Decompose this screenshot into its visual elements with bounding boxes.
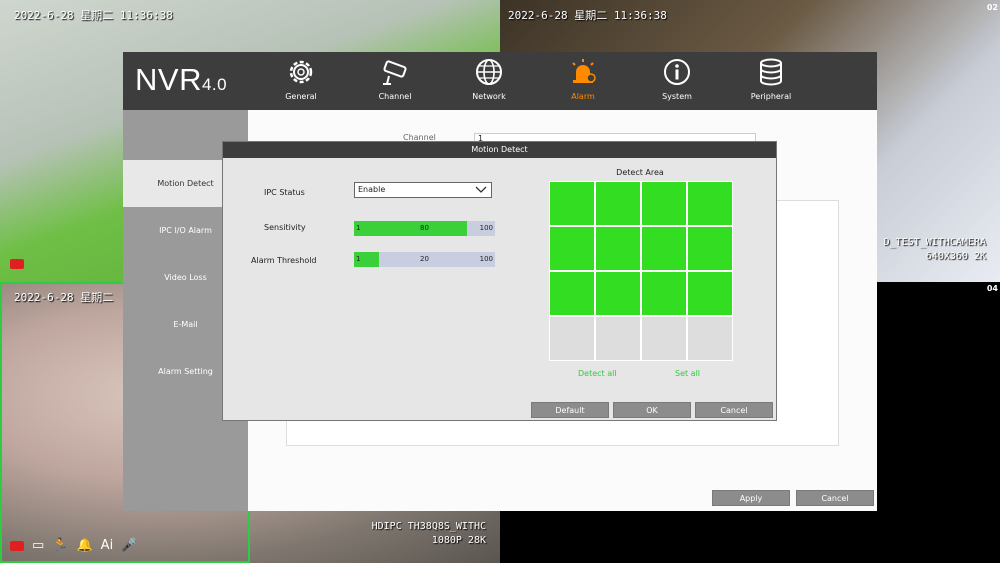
database-icon xyxy=(760,58,782,86)
feed-timestamp: 2022-6-28 星期二 11:36:38 xyxy=(14,9,173,22)
nav-label: System xyxy=(662,92,692,101)
ipc-status-select[interactable]: Enable xyxy=(354,182,492,198)
detect-cell[interactable] xyxy=(642,317,686,360)
motion-detect-dialog: Motion Detect IPC Status Enable Sensitiv… xyxy=(222,141,777,421)
nvr-logo: NVR4.0 xyxy=(135,62,227,98)
logo-main: NVR xyxy=(135,62,202,97)
ipc-status-label: IPC Status xyxy=(264,188,305,197)
slider-value: 80 xyxy=(420,224,429,232)
record-icon xyxy=(10,540,24,551)
nav-label: General xyxy=(285,92,317,101)
nav-peripheral[interactable]: Peripheral xyxy=(736,56,806,108)
bell-icon: 🔔 xyxy=(76,538,93,553)
detect-area-grid[interactable] xyxy=(549,181,733,361)
detect-cell[interactable] xyxy=(688,272,732,315)
detect-cell[interactable] xyxy=(596,182,640,225)
detect-cell[interactable] xyxy=(596,272,640,315)
channel-number: 04 xyxy=(986,284,998,293)
nav-network[interactable]: Network xyxy=(454,56,524,108)
nav-alarm[interactable]: Alarm xyxy=(548,56,618,108)
slider-max: 100 xyxy=(479,255,493,263)
feed-label: HDIPC TH38Q8S_WITHC 1080P 28K xyxy=(372,520,486,548)
detect-cell[interactable] xyxy=(642,272,686,315)
alarm-threshold-slider[interactable]: 1 20 100 xyxy=(354,252,495,267)
apply-button[interactable]: Apply xyxy=(712,490,790,506)
motion-icon: 🏃 xyxy=(52,538,69,553)
default-button[interactable]: Default xyxy=(531,402,609,418)
detect-cell[interactable] xyxy=(596,227,640,270)
dialog-title: Motion Detect xyxy=(223,142,776,158)
slider-max: 100 xyxy=(479,224,493,232)
channel-number: 02 xyxy=(986,3,998,12)
status-bar: ▭ 🏃 🔔 Ai 🎤 xyxy=(10,538,137,553)
ipc-status-value: Enable xyxy=(358,185,386,194)
top-nav-bar: NVR4.0 General Channel Network Alarm Sys… xyxy=(123,52,877,110)
detect-all-link[interactable]: Detect all xyxy=(578,369,617,378)
nav-label: Peripheral xyxy=(750,92,792,101)
mic-icon: 🎤 xyxy=(121,538,138,553)
detect-cell[interactable] xyxy=(642,227,686,270)
feed-timestamp: 2022-6-28 星期二 11:36:38 xyxy=(508,9,667,22)
feed-label-line1: HDIPC TH38Q8S_WITHC xyxy=(371,521,486,532)
detect-cell[interactable] xyxy=(642,182,686,225)
monitor-icon: ▭ xyxy=(32,538,45,553)
feed-label: D_TEST_WITHCAMERA 640X360 2K xyxy=(884,236,986,264)
main-cancel-button[interactable]: Cancel xyxy=(796,490,874,506)
alarm-threshold-label: Alarm Threshold xyxy=(251,256,317,265)
slider-value: 20 xyxy=(420,255,429,263)
detect-cell[interactable] xyxy=(688,227,732,270)
detect-cell[interactable] xyxy=(550,272,594,315)
sensitivity-label: Sensitivity xyxy=(264,223,306,232)
detect-cell[interactable] xyxy=(688,182,732,225)
detect-cell[interactable] xyxy=(596,317,640,360)
detect-cell[interactable] xyxy=(550,317,594,360)
globe-icon xyxy=(476,59,502,85)
nav-channel[interactable]: Channel xyxy=(360,56,430,108)
feed-label-line2: 640X360 2K xyxy=(925,251,986,262)
alarm-icon xyxy=(572,59,596,83)
detect-area-title: Detect Area xyxy=(616,168,664,177)
detect-cell[interactable] xyxy=(688,317,732,360)
nav-general[interactable]: General xyxy=(266,56,336,108)
ok-button[interactable]: OK xyxy=(613,402,691,418)
dialog-cancel-button[interactable]: Cancel xyxy=(695,402,773,418)
nav-system[interactable]: System xyxy=(642,56,712,108)
camera-icon xyxy=(383,60,407,85)
sensitivity-slider[interactable]: 1 80 100 xyxy=(354,221,495,236)
slider-min: 1 xyxy=(356,224,361,232)
info-icon xyxy=(664,59,690,85)
record-icon xyxy=(10,259,24,269)
set-all-link[interactable]: Set all xyxy=(675,369,700,378)
nav-label: Alarm xyxy=(571,92,595,101)
feed-label-line2: 1080P 28K xyxy=(431,535,486,546)
feed-label-line1: D_TEST_WITHCAMERA xyxy=(883,237,986,248)
logo-version: 4.0 xyxy=(201,75,228,94)
detect-cell[interactable] xyxy=(550,227,594,270)
detect-cell[interactable] xyxy=(550,182,594,225)
nav-label: Network xyxy=(472,92,506,101)
slider-min: 1 xyxy=(356,255,361,263)
gear-icon xyxy=(289,60,313,84)
slider-fill xyxy=(354,221,467,236)
nav-label: Channel xyxy=(378,92,412,101)
chevron-down-icon xyxy=(475,186,487,193)
ai-icon: Ai xyxy=(100,538,114,553)
